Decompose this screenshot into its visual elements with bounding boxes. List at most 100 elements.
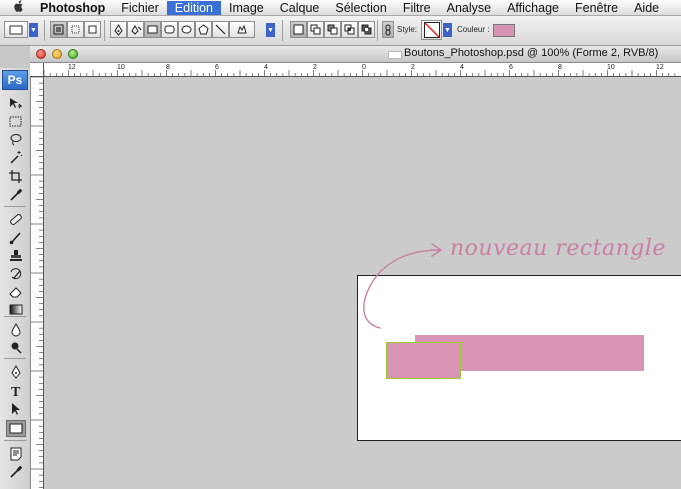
tool-eyedropper[interactable] (6, 186, 26, 203)
tool-blur[interactable] (6, 321, 26, 338)
history-brush-icon (10, 268, 22, 280)
color-swatch[interactable] (493, 24, 515, 37)
svg-text:T: T (11, 385, 21, 398)
crop-icon (9, 170, 22, 183)
intersect-shape-area-icon (344, 24, 355, 35)
ellipse-tool-button[interactable] (178, 21, 195, 38)
subtract-shape-area-button[interactable] (324, 21, 341, 38)
tool-preset-picker[interactable] (4, 21, 28, 38)
tool-eraser[interactable] (6, 283, 26, 300)
no-style-icon (423, 22, 440, 38)
menu-affichage[interactable]: Affichage (499, 1, 567, 15)
paths-icon (71, 25, 80, 34)
ruler-number: 4 (264, 64, 268, 71)
rectangle-tool-button[interactable] (144, 21, 161, 38)
shape-rectangle-new[interactable] (386, 342, 461, 379)
tool-crop[interactable] (6, 168, 26, 185)
line-tool-button[interactable] (212, 21, 229, 38)
eyedropper-icon (10, 188, 23, 201)
paths-button[interactable] (67, 21, 84, 38)
polygon-tool-button[interactable] (195, 21, 212, 38)
notes-icon (10, 447, 22, 461)
geometry-options-dropdown[interactable]: ▼ (266, 23, 275, 37)
eraser-icon (9, 287, 22, 298)
close-window-button[interactable] (36, 49, 46, 59)
ruler-origin[interactable] (30, 63, 44, 77)
ruler-number: 8 (166, 64, 170, 71)
type-icon: T (11, 385, 21, 398)
menu-app-photoshop[interactable]: Photoshop (36, 1, 113, 15)
style-label: Style: (397, 25, 418, 34)
menu-analyse[interactable]: Analyse (439, 1, 499, 15)
move-icon (10, 98, 22, 109)
document-title: Boutons_Photoshop.psd @ 100% (Forme 2, R… (404, 47, 659, 59)
menu-fichier[interactable]: Fichier (113, 1, 167, 15)
vertical-ruler[interactable] (30, 63, 44, 489)
options-bar: ▼ ▼ Style: ▼ Couleur: (0, 16, 681, 46)
pen-tool-button[interactable] (110, 21, 127, 38)
tool-magic-wand[interactable] (6, 149, 26, 166)
tool-history-brush[interactable] (6, 265, 26, 282)
tool-brush[interactable] (6, 229, 26, 246)
style-dropdown[interactable]: ▼ (443, 23, 452, 37)
marquee-icon (9, 116, 22, 127)
lasso-icon (10, 134, 22, 146)
toolbox-divider (4, 206, 26, 207)
tool-healing-brush[interactable] (6, 211, 26, 228)
rounded-rectangle-button[interactable] (161, 21, 178, 38)
menu-aide[interactable]: Aide (626, 1, 667, 15)
tool-lasso[interactable] (6, 131, 26, 148)
custom-shape-button[interactable] (229, 21, 255, 38)
apple-menu-icon[interactable] (0, 0, 36, 15)
shape-layers-button[interactable] (50, 21, 67, 38)
pen-icon (11, 365, 21, 379)
color-label: Couleur : (457, 25, 490, 34)
menu-image[interactable]: Image (221, 1, 272, 15)
link-icon (385, 24, 391, 35)
menu-filtre[interactable]: Filtre (395, 1, 439, 15)
fill-pixels-icon (88, 25, 97, 34)
fill-pixels-button[interactable] (84, 21, 101, 38)
ruler-number: 12 (656, 64, 664, 71)
ruler-number: 8 (558, 64, 562, 71)
add-shape-area-button[interactable] (307, 21, 324, 38)
link-style-button[interactable] (382, 21, 394, 38)
tool-pen[interactable] (6, 364, 26, 381)
menu-selection[interactable]: Sélection (327, 1, 394, 15)
menu-bar: Photoshop Fichier Edition Image Calque S… (0, 0, 681, 16)
tool-clone-stamp[interactable] (6, 247, 26, 264)
healing-brush-icon (10, 214, 22, 225)
rectangle-shape-icon (9, 423, 23, 434)
document-icon (388, 51, 402, 59)
tool-notes[interactable] (6, 445, 26, 462)
custom-shape-icon (237, 24, 247, 34)
ruler-number: 12 (68, 64, 76, 71)
polygon-icon (198, 24, 209, 35)
tool-rectangle-shape[interactable] (6, 420, 26, 437)
freeform-pen-button[interactable] (127, 21, 144, 38)
menu-fenetre[interactable]: Fenêtre (567, 1, 626, 15)
tool-marquee[interactable] (6, 113, 26, 130)
tool-move[interactable] (6, 95, 26, 112)
brush-icon (9, 232, 21, 245)
ruler-number: 10 (117, 64, 125, 71)
create-new-shape-button[interactable] (290, 21, 307, 38)
tool-type[interactable]: T (6, 382, 26, 399)
horizontal-ruler[interactable]: 12 10 8 6 4 2 0 2 4 6 8 10 12 (44, 63, 681, 77)
zoom-window-button[interactable] (68, 49, 78, 59)
magic-wand-icon (10, 151, 23, 164)
tool-eyedropper-2[interactable] (6, 463, 26, 480)
new-shape-area-icon (293, 24, 304, 35)
style-picker[interactable] (421, 20, 442, 40)
menu-calque[interactable]: Calque (272, 1, 328, 15)
menu-edition[interactable]: Edition (166, 0, 222, 15)
exclude-shape-area-button[interactable] (358, 21, 375, 38)
intersect-shape-area-button[interactable] (341, 21, 358, 38)
ps-logo[interactable]: Ps (2, 70, 28, 90)
tool-path-selection[interactable] (6, 400, 26, 417)
blur-icon (11, 323, 21, 337)
tool-preset-dropdown[interactable]: ▼ (29, 23, 38, 37)
minimize-window-button[interactable] (52, 49, 62, 59)
tool-dodge[interactable] (6, 339, 26, 356)
add-shape-area-icon (310, 24, 321, 35)
